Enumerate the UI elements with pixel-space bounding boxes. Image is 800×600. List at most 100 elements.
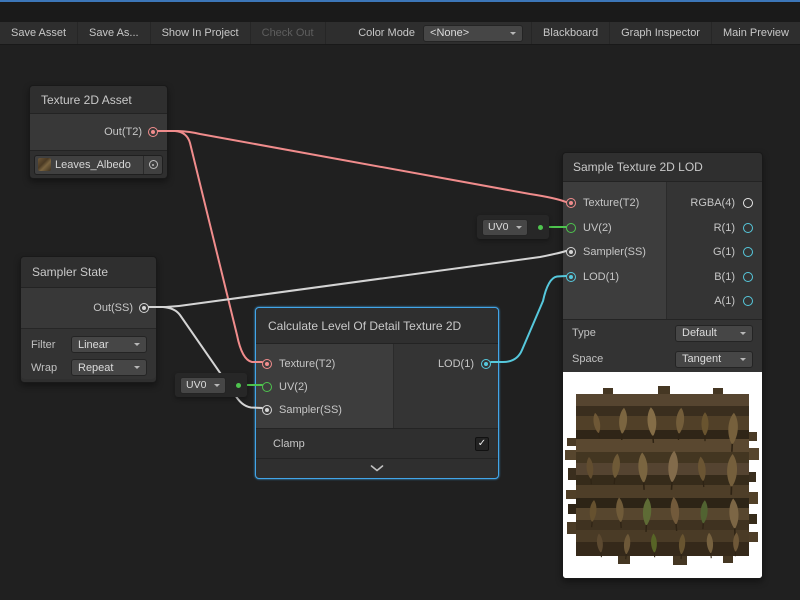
edge-texture-to-sample[interactable] — [158, 131, 566, 202]
port-row: A(1) — [667, 289, 762, 314]
port-label: UV(2) — [583, 222, 612, 234]
object-picker-icon — [149, 160, 158, 169]
output-port-r[interactable] — [743, 223, 753, 233]
node-sampler-state[interactable]: Sampler State Out(SS) Filter Linear Wrap… — [20, 256, 157, 383]
input-port-texture[interactable] — [566, 198, 576, 208]
color-mode-dropdown[interactable]: <None> — [423, 25, 523, 42]
port-label: Out(T2) — [104, 126, 142, 138]
chevron-down-icon — [740, 358, 746, 364]
output-port-texture[interactable] — [148, 127, 158, 137]
input-port-texture[interactable] — [262, 359, 272, 369]
output-port-a[interactable] — [743, 296, 753, 306]
input-port-sampler[interactable] — [262, 405, 272, 415]
texture-object-field[interactable]: Leaves_Albedo — [34, 155, 163, 175]
port-label: Sampler(SS) — [279, 404, 342, 416]
node-title: Sample Texture 2D LOD — [563, 153, 762, 182]
chevron-down-icon — [370, 465, 384, 472]
graph-inspector-button[interactable]: Graph Inspector — [610, 22, 712, 44]
port-row: G(1) — [667, 240, 762, 265]
blackboard-button[interactable]: Blackboard — [532, 22, 610, 44]
port-label: LOD(1) — [438, 358, 474, 370]
uv-channel-value: UV0 — [186, 379, 206, 391]
wrap-row: Wrap Repeat — [21, 356, 156, 379]
wrap-label: Wrap — [21, 362, 71, 374]
edge-lod-to-sample[interactable] — [491, 276, 566, 362]
type-dropdown[interactable]: Default — [675, 325, 753, 342]
space-value: Tangent — [682, 353, 721, 365]
port-label: RGBA(4) — [690, 197, 735, 209]
wrap-value: Repeat — [78, 362, 113, 374]
leaves-texture-preview-image — [563, 372, 762, 578]
port-row: UV(2) — [563, 216, 666, 241]
filter-label: Filter — [21, 339, 71, 351]
chevron-down-icon — [214, 384, 220, 390]
main-preview-button[interactable]: Main Preview — [712, 22, 800, 44]
output-port-b[interactable] — [743, 272, 753, 282]
object-picker-button[interactable] — [143, 156, 162, 174]
port-label: UV(2) — [279, 381, 308, 393]
output-port-sampler[interactable] — [139, 303, 149, 313]
filter-row: Filter Linear — [21, 333, 156, 356]
space-row: Space Tangent — [563, 346, 762, 372]
node-sample-texture-2d-lod[interactable]: Sample Texture 2D LOD Texture(T2) UV(2) … — [562, 152, 763, 579]
node-title: Sampler State — [21, 257, 156, 288]
type-label: Type — [563, 327, 675, 339]
port-label: LOD(1) — [583, 271, 619, 283]
space-dropdown[interactable]: Tangent — [675, 351, 753, 368]
port-label: R(1) — [714, 222, 735, 234]
clamp-checkbox[interactable]: ✓ — [475, 437, 489, 451]
clamp-row: Clamp ✓ — [256, 428, 498, 458]
color-mode-label: Color Mode — [346, 22, 423, 44]
type-row: Type Default — [563, 320, 762, 346]
wrap-dropdown[interactable]: Repeat — [71, 359, 147, 376]
filter-value: Linear — [78, 339, 109, 351]
node-texture-2d-asset[interactable]: Texture 2D Asset Out(T2) Leaves_Albedo — [29, 85, 168, 179]
port-row: UV(2) — [256, 375, 393, 398]
output-port-g[interactable] — [743, 247, 753, 257]
uv-connection-dot — [236, 383, 241, 388]
output-port-rgba[interactable] — [743, 198, 753, 208]
node-title: Calculate Level Of Detail Texture 2D — [256, 308, 498, 344]
uv-channel-dropdown[interactable]: UV0 — [482, 219, 528, 236]
port-row: Out(T2) — [30, 114, 167, 150]
port-row: Texture(T2) — [563, 191, 666, 216]
chevron-down-icon — [134, 343, 140, 349]
node-preview — [563, 372, 762, 578]
toolbar: Save Asset Save As... Show In Project Ch… — [0, 22, 800, 45]
uv-channel-dropdown[interactable]: UV0 — [180, 377, 226, 394]
chevron-down-icon — [510, 32, 516, 38]
texture-asset-name: Leaves_Albedo — [55, 159, 143, 171]
node-title: Texture 2D Asset — [30, 86, 167, 114]
input-port-uv[interactable] — [566, 223, 576, 233]
input-port-lod[interactable] — [566, 272, 576, 282]
save-asset-button[interactable]: Save Asset — [0, 22, 78, 44]
port-label: Texture(T2) — [279, 358, 335, 370]
port-row: Sampler(SS) — [256, 398, 393, 421]
collapse-button[interactable] — [256, 458, 498, 477]
input-port-sampler[interactable] — [566, 247, 576, 257]
edge-sampler-to-sample[interactable] — [149, 251, 566, 307]
save-as-button[interactable]: Save As... — [78, 22, 151, 44]
uv-connection-dot — [538, 225, 543, 230]
port-label: A(1) — [714, 295, 735, 307]
port-row: Texture(T2) — [256, 352, 393, 375]
show-in-project-button[interactable]: Show In Project — [151, 22, 251, 44]
type-value: Default — [682, 327, 717, 339]
output-port-lod[interactable] — [481, 359, 491, 369]
object-field-row: Leaves_Albedo — [30, 150, 167, 178]
node-calculate-lod[interactable]: Calculate Level Of Detail Texture 2D Tex… — [255, 307, 499, 479]
port-row: R(1) — [667, 216, 762, 241]
check-icon: ✓ — [478, 438, 486, 449]
port-row: LOD(1) — [563, 265, 666, 290]
edge-texture-to-calc[interactable] — [158, 131, 262, 362]
port-row: RGBA(4) — [667, 191, 762, 216]
port-label: Sampler(SS) — [583, 246, 646, 258]
chevron-down-icon — [740, 332, 746, 338]
input-port-uv[interactable] — [262, 382, 272, 392]
title-bar — [0, 0, 800, 22]
focus-accent-line — [0, 0, 800, 2]
port-label: Out(SS) — [93, 302, 133, 314]
space-label: Space — [563, 353, 675, 365]
filter-dropdown[interactable]: Linear — [71, 336, 147, 353]
texture-thumbnail-icon — [38, 158, 51, 171]
